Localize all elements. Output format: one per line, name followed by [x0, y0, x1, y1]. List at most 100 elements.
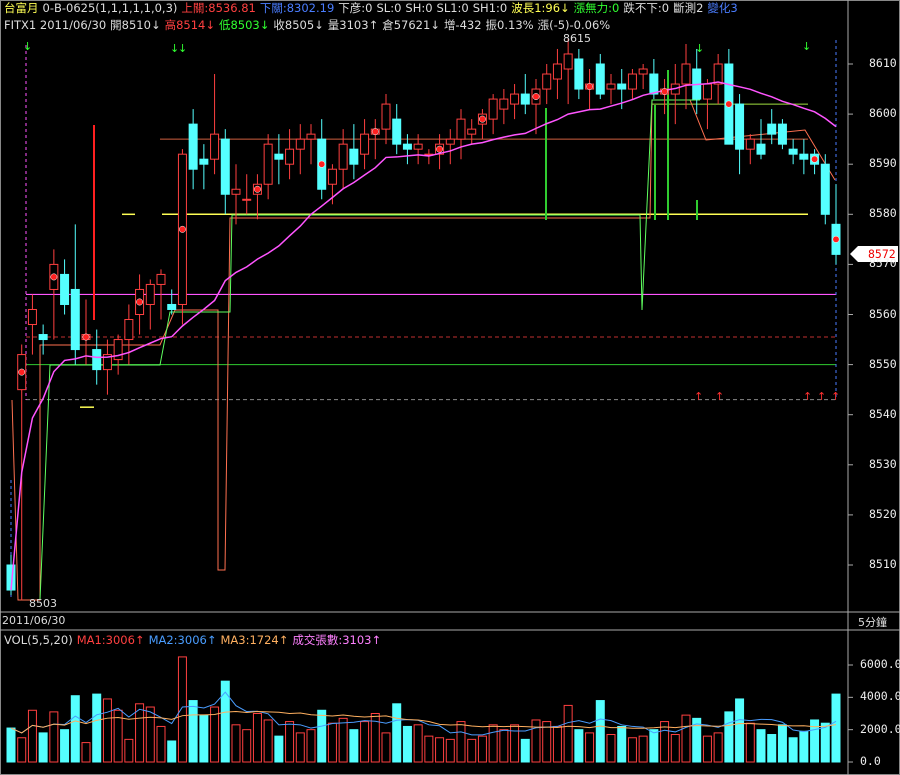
- volume-bar: [617, 725, 627, 763]
- quote-header-row-2: FITX1 2011/06/30 開8510↓ 高8514↓ 低8503↓ 收8505↓…: [4, 17, 614, 33]
- candle-body: [777, 123, 787, 145]
- volume-bar: [649, 729, 659, 763]
- signal-dot: [178, 225, 186, 233]
- volume-bar: [563, 704, 573, 763]
- low-annotation: 8503: [29, 597, 57, 610]
- candle-body: [27, 308, 37, 326]
- candle-body: [392, 118, 402, 145]
- candle-body: [617, 83, 627, 90]
- volume-bar: [767, 734, 777, 763]
- volume-bar: [199, 714, 209, 763]
- volume-ma1-line: [10, 691, 837, 736]
- indicator-header-row-1: 台富月 0-B-0625(1,1,1,1,1,0,3) 上關:8536.81 下關:8…: [4, 0, 742, 16]
- candle-body: [574, 58, 584, 90]
- candle-body: [295, 138, 305, 150]
- volume-legend-3: MA3:1724↑: [220, 633, 289, 647]
- candle-body: [349, 148, 359, 165]
- volume-bar: [285, 721, 295, 763]
- volume-bar: [435, 737, 445, 763]
- candle-body: [242, 198, 252, 201]
- candle-body: [327, 168, 337, 185]
- volume-bar: [777, 724, 787, 763]
- header-item-6: SH:0: [405, 1, 433, 15]
- volume-bar: [477, 735, 487, 763]
- price-tick-label: 8580: [869, 206, 897, 221]
- candle-body: [38, 334, 48, 341]
- red-arrow-marker: ↑: [803, 390, 812, 403]
- volume-legend-4: 成交張數:3103↑: [292, 633, 382, 647]
- volume-bar: [317, 709, 327, 763]
- volume-bar: [306, 729, 316, 763]
- volume-bar: [220, 680, 230, 763]
- volume-bar: [585, 732, 595, 763]
- green-stair-line: [39, 99, 700, 601]
- header-item-12: 斷測2: [673, 1, 704, 15]
- green-arrow-marker: ↓: [695, 42, 704, 55]
- signal-dot: [18, 368, 26, 376]
- candle-body: [145, 283, 155, 305]
- volume-bar: [831, 693, 841, 763]
- volume-bar: [360, 721, 370, 763]
- candle-body: [820, 163, 830, 215]
- candle-body: [563, 53, 573, 70]
- volume-bar: [92, 693, 102, 763]
- volume-bar: [392, 703, 402, 763]
- signal-dot: [253, 185, 261, 193]
- candle-body: [467, 128, 477, 135]
- candle-body: [188, 123, 198, 170]
- quote-item-8: 振0.13%: [485, 18, 534, 32]
- candle-body: [70, 288, 80, 351]
- candle-body: [210, 133, 220, 160]
- volume-header: VOL(5,5,20) MA1:3006↑ MA2:3006↑ MA3:1724↑ 成交…: [4, 632, 385, 648]
- volume-bar: [702, 735, 712, 763]
- quote-item-9: 漲(-5)-0.06%: [537, 18, 611, 32]
- volume-bar: [156, 725, 166, 763]
- volume-bar: [210, 706, 220, 763]
- volume-bar: [295, 732, 305, 763]
- volume-bar: [402, 725, 412, 763]
- volume-bar: [788, 737, 798, 763]
- candle-body: [92, 349, 102, 371]
- volume-bar: [70, 695, 80, 763]
- volume-bar: [145, 706, 155, 763]
- quote-item-5: 量3103↑: [327, 18, 379, 32]
- volume-bar: [349, 729, 359, 763]
- candle-body: [595, 63, 605, 95]
- volume-bar: [231, 724, 241, 763]
- signal-dot: [318, 160, 326, 168]
- volume-bar: [252, 713, 262, 763]
- candle-body: [220, 138, 230, 195]
- candle-body: [306, 133, 316, 140]
- red-arrow-marker: ↑: [817, 390, 826, 403]
- red-arrow-marker: ↑: [831, 390, 840, 403]
- quote-item-7: 增-432: [443, 18, 482, 32]
- green-arrow-marker: ↓: [178, 42, 187, 55]
- quote-item-6: 倉57621↓: [382, 18, 440, 32]
- price-chart: ↑ ↑ ↑ ↑ ↑↓ ↓↓ ↓↓: [0, 0, 900, 775]
- volume-bar: [274, 735, 284, 763]
- date-label: 2011/06/30: [2, 614, 66, 627]
- header-item-9: 波長1:96↓: [511, 1, 570, 15]
- timeframe-label[interactable]: 5分鐘: [858, 614, 887, 630]
- signal-dot: [532, 93, 540, 101]
- candle-body: [745, 138, 755, 150]
- volume-bar: [799, 730, 809, 763]
- header-item-3: 下關:8302.19: [259, 1, 335, 15]
- volume-bar: [756, 729, 766, 763]
- price-tick-label: 8550: [869, 356, 897, 371]
- volume-legend-1: MA1:3006↑: [76, 633, 145, 647]
- header-item-13: 變化3: [707, 1, 738, 15]
- candle-body: [735, 103, 745, 150]
- candle-body: [552, 63, 562, 80]
- volume-bar: [49, 711, 59, 763]
- candle-body: [167, 303, 177, 310]
- candle-body: [756, 143, 766, 155]
- candle-body: [124, 319, 134, 341]
- candle-body: [767, 123, 777, 135]
- candle-body: [788, 148, 798, 155]
- green-arrow-marker: ↓: [23, 40, 32, 53]
- volume-bar: [6, 727, 16, 763]
- candle-body: [456, 118, 466, 140]
- signal-dot: [136, 298, 144, 306]
- volume-tick-label: 4000.0: [860, 689, 900, 704]
